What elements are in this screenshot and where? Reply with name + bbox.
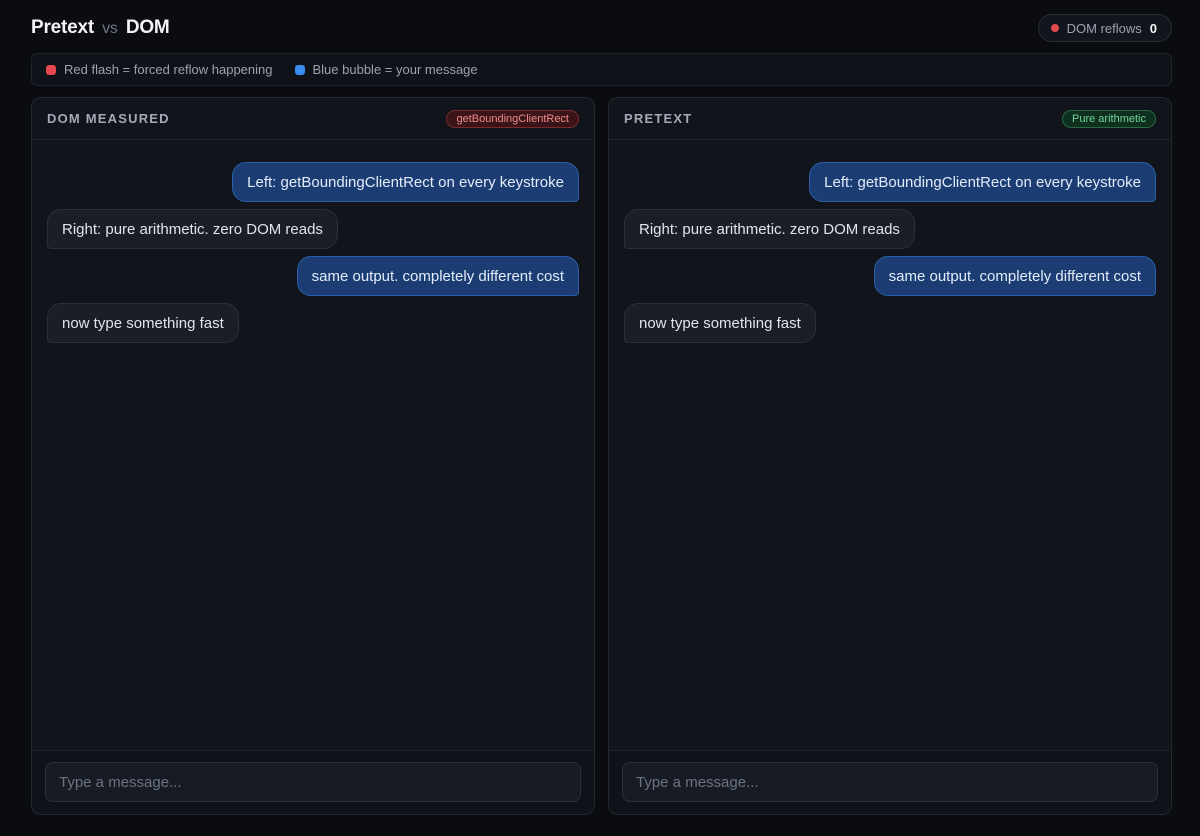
message-row: Left: getBoundingClientRect on every key…: [47, 162, 579, 202]
message-row: same output. completely different cost: [624, 256, 1156, 296]
reflow-counter-badge: DOM reflows 0: [1037, 14, 1172, 42]
message-row: now type something fast: [47, 303, 579, 343]
message-row: Right: pure arithmetic. zero DOM reads: [624, 209, 1156, 249]
legend-item-message: Blue bubble = your message: [294, 62, 478, 77]
reflow-count: 0: [1149, 20, 1157, 36]
outgoing-message-bubble: Left: getBoundingClientRect on every key…: [232, 162, 579, 202]
outgoing-message-bubble: Left: getBoundingClientRect on every key…: [809, 162, 1156, 202]
legend-label: Blue bubble = your message: [312, 62, 478, 77]
status-dot-icon: [1050, 24, 1059, 32]
panel-title: DOM MEASURED: [47, 111, 170, 126]
message-row: Right: pure arithmetic. zero DOM reads: [47, 209, 579, 249]
red-square-icon: [46, 64, 56, 75]
outgoing-message-bubble: same output. completely different cost: [873, 256, 1156, 296]
reflow-label: DOM reflows: [1066, 20, 1142, 36]
message-input[interactable]: [45, 762, 581, 802]
dom-measured-panel: DOM MEASURED getBoundingClientRect Left:…: [31, 97, 595, 815]
page-title: Pretext vs DOM: [31, 17, 170, 39]
title-pretext: Pretext: [31, 17, 95, 38]
message-composer: [609, 750, 1171, 814]
legend-bar: Red flash = forced reflow happening Blue…: [31, 53, 1172, 86]
legend-label: Red flash = forced reflow happening: [64, 62, 273, 77]
legend-item-reflow: Red flash = forced reflow happening: [46, 62, 273, 77]
message-list[interactable]: Left: getBoundingClientRect on every key…: [609, 140, 1171, 752]
outgoing-message-bubble: same output. completely different cost: [296, 256, 579, 296]
message-composer: [32, 750, 594, 814]
incoming-message-bubble: Right: pure arithmetic. zero DOM reads: [47, 209, 338, 249]
incoming-message-bubble: now type something fast: [47, 303, 239, 343]
incoming-message-bubble: now type something fast: [624, 303, 816, 343]
message-row: Left: getBoundingClientRect on every key…: [624, 162, 1156, 202]
incoming-message-bubble: Right: pure arithmetic. zero DOM reads: [624, 209, 915, 249]
method-badge: getBoundingClientRect: [446, 109, 579, 128]
title-vs: vs: [102, 20, 118, 37]
panel-title: PRETEXT: [624, 111, 693, 126]
message-list[interactable]: Left: getBoundingClientRect on every key…: [32, 140, 594, 752]
panel-header: PRETEXT Pure arithmetic: [609, 98, 1171, 140]
message-input[interactable]: [622, 762, 1158, 802]
title-dom: DOM: [125, 17, 170, 38]
message-row: now type something fast: [624, 303, 1156, 343]
app-header: Pretext vs DOM DOM reflows 0: [31, 13, 1172, 43]
blue-square-icon: [294, 64, 305, 75]
panel-header: DOM MEASURED getBoundingClientRect: [32, 98, 594, 140]
message-row: same output. completely different cost: [47, 256, 579, 296]
pretext-panel: PRETEXT Pure arithmetic Left: getBoundin…: [608, 97, 1172, 815]
method-badge: Pure arithmetic: [1062, 109, 1156, 128]
